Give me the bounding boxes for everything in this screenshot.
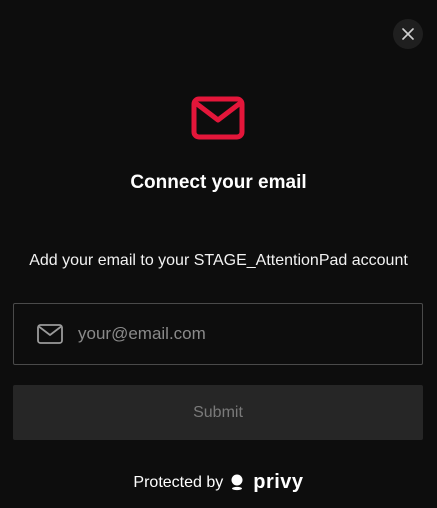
subtitle-text: Add your email to your STAGE_AttentionPa… [29, 252, 408, 269]
privy-logo-link[interactable]: privy [231, 471, 303, 494]
close-icon [402, 28, 414, 40]
mail-icon [37, 324, 63, 344]
connect-email-modal: Connect your email Add your email to you… [0, 0, 437, 508]
email-input[interactable] [78, 304, 408, 364]
protected-by-footer: Protected by privy [0, 471, 437, 494]
mail-icon [191, 96, 245, 140]
protected-by-label: Protected by [133, 473, 224, 491]
submit-button[interactable]: Submit [13, 385, 423, 440]
privy-brand-text: privy [253, 471, 304, 493]
privy-logo-icon [231, 474, 243, 491]
close-button[interactable] [393, 19, 423, 49]
page-title: Connect your email [130, 172, 307, 193]
email-field[interactable] [13, 303, 423, 365]
